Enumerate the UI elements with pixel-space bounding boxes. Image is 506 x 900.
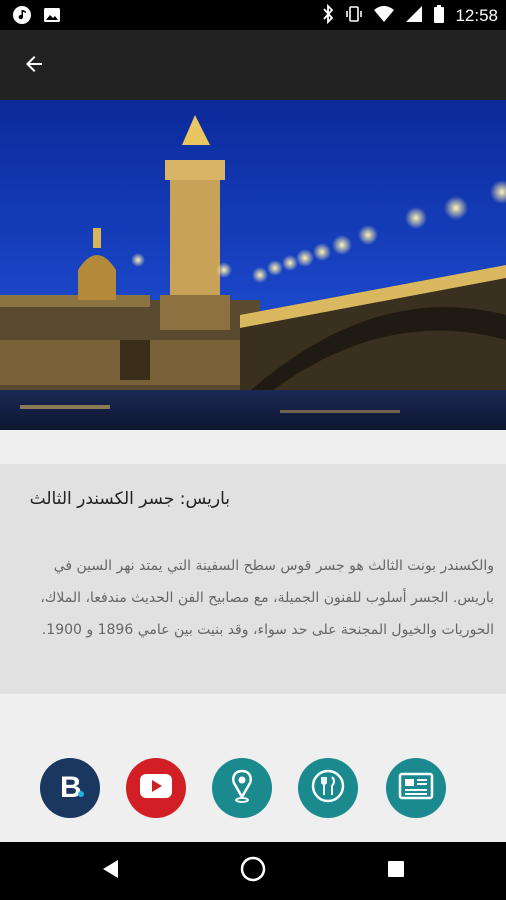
nav-back-button[interactable]	[96, 856, 126, 886]
app-bar	[0, 30, 506, 100]
back-button[interactable]	[16, 48, 52, 84]
map-pin-icon	[228, 769, 256, 807]
navigation-bar	[0, 842, 506, 900]
clock: 12:58	[455, 6, 498, 25]
youtube-button[interactable]	[126, 758, 186, 818]
card-title: باريس: جسر الكسندر الثالث	[29, 489, 230, 509]
status-bar: 12:58	[0, 0, 506, 30]
vibrate-icon	[345, 4, 363, 28]
hero-image	[0, 100, 506, 430]
newspaper-icon	[398, 771, 434, 805]
nav-recents-button[interactable]	[381, 856, 411, 886]
bluetooth-icon	[321, 3, 335, 28]
card-description: والكسندر بونت الثالث هو جسر قوس سطح السف…	[40, 558, 494, 638]
nav-home-button[interactable]	[238, 856, 268, 886]
svg-text:B: B	[60, 771, 82, 803]
music-icon	[12, 5, 32, 29]
arrow-back-icon	[22, 52, 46, 80]
booking-icon: B	[53, 769, 87, 807]
restaurant-icon	[310, 768, 346, 808]
recents-nav-icon	[386, 859, 406, 883]
booking-button[interactable]: B	[40, 758, 100, 818]
battery-icon	[433, 4, 445, 28]
restaurant-button[interactable]	[298, 758, 358, 818]
map-button[interactable]	[212, 758, 272, 818]
home-nav-icon	[239, 855, 267, 887]
wifi-icon	[373, 4, 395, 28]
back-nav-icon	[100, 858, 122, 884]
youtube-icon	[139, 773, 173, 803]
news-button[interactable]	[386, 758, 446, 818]
info-card: باريس: جسر الكسندر الثالث والكسندر بونت …	[0, 464, 506, 694]
image-icon	[42, 5, 62, 29]
signal-icon	[405, 4, 423, 28]
action-buttons: B	[0, 758, 506, 820]
